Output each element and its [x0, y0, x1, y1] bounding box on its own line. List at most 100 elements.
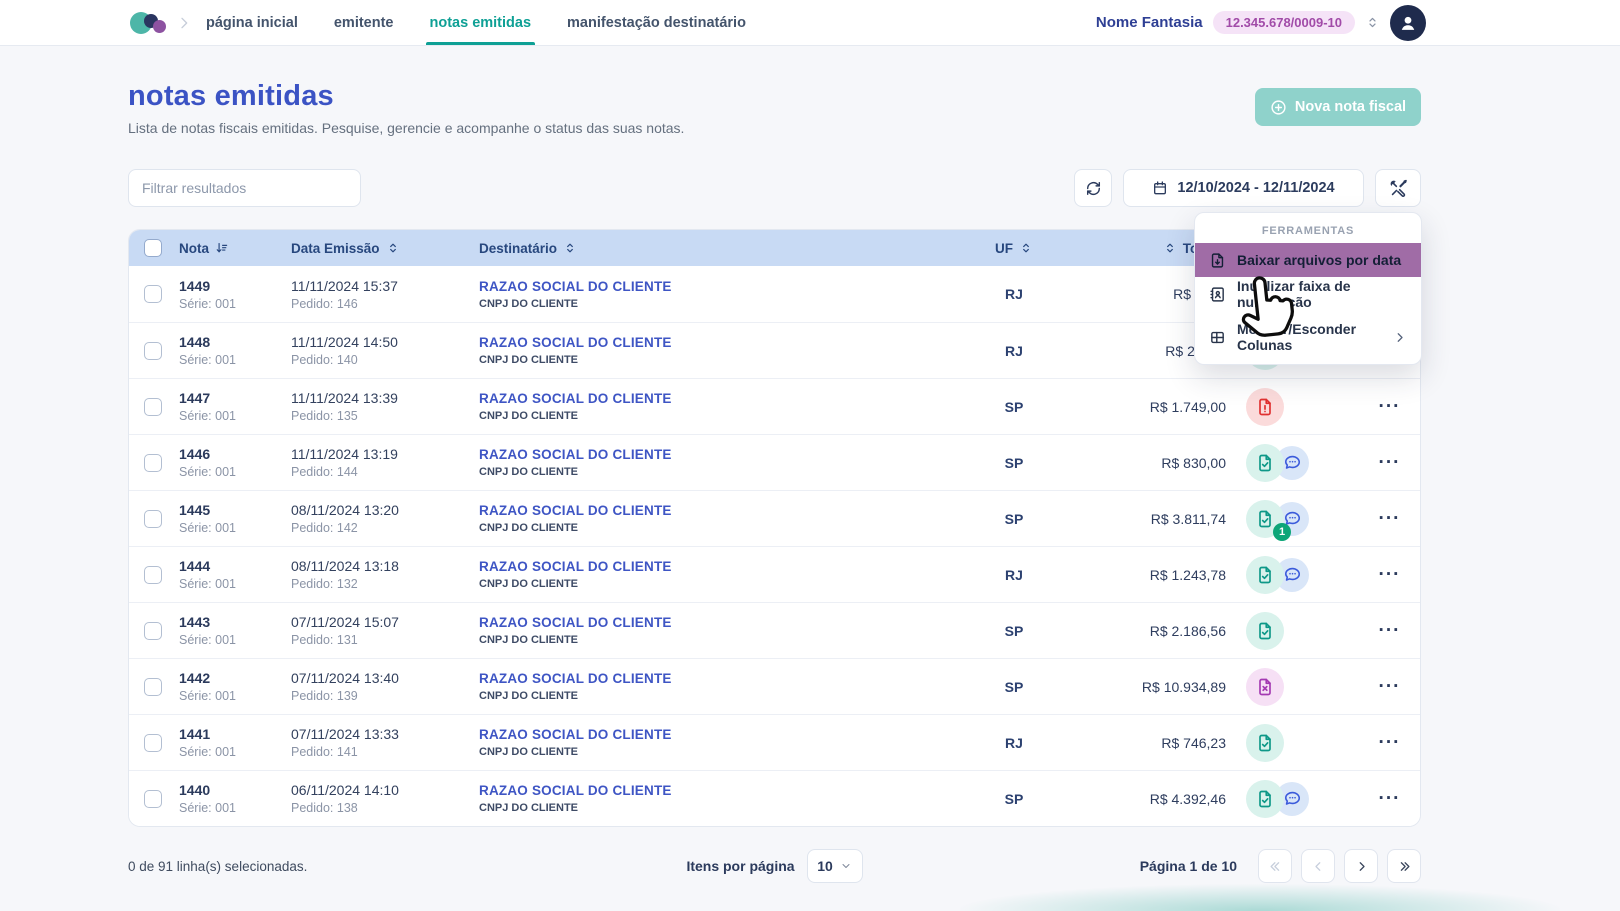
account-switcher-icon[interactable]	[1365, 15, 1380, 30]
destinatario-link[interactable]: RAZAO SOCIAL DO CLIENTE	[479, 335, 959, 350]
doc-cancel-status-icon[interactable]	[1246, 668, 1284, 706]
last-page-button[interactable]	[1387, 849, 1421, 883]
uf-value: SP	[959, 399, 1069, 415]
column-header-data-emissao[interactable]: Data Emissão	[291, 241, 479, 256]
new-note-label: Nova nota fiscal	[1295, 99, 1406, 115]
total-value: R$ 3.811,74	[1069, 511, 1226, 527]
row-actions-button[interactable]: ···	[1379, 682, 1401, 692]
tools-icon	[1389, 179, 1408, 198]
row-checkbox[interactable]	[144, 454, 162, 472]
chat-icon	[1283, 565, 1302, 584]
table-row: 1441 Série: 001 07/11/2024 13:33 Pedido:…	[129, 714, 1420, 770]
nav-item-emitente[interactable]: emitente	[334, 0, 394, 45]
menu-item-inutilizar-faixa-de-numeracao[interactable]: Inutilizar faixa de numeração	[1195, 277, 1421, 311]
destinatario-link[interactable]: RAZAO SOCIAL DO CLIENTE	[479, 783, 959, 798]
cnpj-label: CNPJ DO CLIENTE	[479, 746, 959, 758]
row-checkbox[interactable]	[144, 285, 162, 303]
new-note-button[interactable]: Nova nota fiscal	[1255, 88, 1421, 126]
row-actions-button[interactable]: ···	[1379, 514, 1401, 524]
row-actions-button[interactable]: ···	[1379, 402, 1401, 412]
doc-check-icon	[1255, 733, 1275, 753]
items-per-page-label: Itens por página	[686, 858, 794, 874]
row-checkbox[interactable]	[144, 510, 162, 528]
column-header-nota[interactable]: Nota	[179, 241, 291, 256]
tools-button[interactable]	[1375, 169, 1421, 207]
first-page-button[interactable]	[1258, 849, 1292, 883]
destinatario-link[interactable]: RAZAO SOCIAL DO CLIENTE	[479, 671, 959, 686]
row-actions-button[interactable]: ···	[1379, 626, 1401, 636]
doc-check-icon	[1255, 789, 1275, 809]
row-checkbox[interactable]	[144, 790, 162, 808]
menu-item-baixar-arquivos-por-data[interactable]: Baixar arquivos por data	[1195, 243, 1421, 277]
doc-check-status-icon[interactable]	[1246, 444, 1284, 482]
app-logo-icon[interactable]	[130, 0, 170, 45]
destinatario-link[interactable]: RAZAO SOCIAL DO CLIENTE	[479, 447, 959, 462]
table-row: 1440 Série: 001 06/11/2024 14:10 Pedido:…	[129, 770, 1420, 826]
row-checkbox[interactable]	[144, 678, 162, 696]
emission-date: 11/11/2024 15:37	[291, 278, 479, 294]
nav-item-notas-emitidas[interactable]: notas emitidas	[430, 0, 532, 45]
row-checkbox[interactable]	[144, 566, 162, 584]
column-header-destinatario[interactable]: Destinatário	[479, 241, 959, 256]
nota-serie: Série: 001	[179, 801, 291, 815]
avatar[interactable]	[1390, 5, 1426, 41]
nav-item-pagina-inicial[interactable]: página inicial	[206, 0, 298, 45]
row-actions-button[interactable]: ···	[1379, 738, 1401, 748]
next-page-button[interactable]	[1344, 849, 1378, 883]
destinatario-link[interactable]: RAZAO SOCIAL DO CLIENTE	[479, 279, 959, 294]
total-value: R$ 10.934,89	[1069, 679, 1226, 695]
date-range-button[interactable]: 12/10/2024 - 12/11/2024	[1123, 169, 1364, 207]
destinatario-link[interactable]: RAZAO SOCIAL DO CLIENTE	[479, 503, 959, 518]
row-checkbox[interactable]	[144, 398, 162, 416]
nota-number: 1446	[179, 446, 291, 462]
select-all-checkbox[interactable]	[144, 239, 162, 257]
row-checkbox[interactable]	[144, 622, 162, 640]
cnpj-label: CNPJ DO CLIENTE	[479, 578, 959, 590]
doc-error-status-icon[interactable]	[1246, 388, 1284, 426]
doc-cancel-icon	[1255, 677, 1275, 697]
cnpj-label: CNPJ DO CLIENTE	[479, 690, 959, 702]
items-per-page-select[interactable]: 10	[807, 849, 863, 883]
row-checkbox[interactable]	[144, 734, 162, 752]
uf-value: SP	[959, 623, 1069, 639]
emission-cell: 11/11/2024 13:19 Pedido: 144	[291, 446, 479, 479]
nota-number: 1442	[179, 670, 291, 686]
prev-page-button[interactable]	[1301, 849, 1335, 883]
main-nav: página inicial emitente notas emitidas mani…	[206, 0, 746, 45]
column-header-uf[interactable]: UF	[959, 241, 1069, 256]
sort-chevrons-icon	[1019, 241, 1033, 255]
emission-cell: 11/11/2024 15:37 Pedido: 146	[291, 278, 479, 311]
destinatario-link[interactable]: RAZAO SOCIAL DO CLIENTE	[479, 615, 959, 630]
cnpj-label: CNPJ DO CLIENTE	[479, 802, 959, 814]
doc-check-status-icon[interactable]	[1246, 724, 1284, 762]
doc-check-status-icon[interactable]: 1	[1246, 500, 1284, 538]
uf-value: SP	[959, 791, 1069, 807]
count-badge: 1	[1273, 523, 1291, 541]
row-actions-button[interactable]: ···	[1379, 458, 1401, 468]
file-download-icon	[1209, 252, 1226, 269]
destinatario-link[interactable]: RAZAO SOCIAL DO CLIENTE	[479, 559, 959, 574]
emission-date: 11/11/2024 14:50	[291, 334, 479, 350]
nota-serie: Série: 001	[179, 689, 291, 703]
row-actions-button[interactable]: ···	[1379, 794, 1401, 804]
nav-item-manifestacao-destinatario[interactable]: manifestação destinatário	[567, 0, 746, 45]
status-cell	[1226, 612, 1359, 650]
status-cell	[1226, 388, 1359, 426]
doc-check-status-icon[interactable]	[1246, 780, 1284, 818]
destinatario-link[interactable]: RAZAO SOCIAL DO CLIENTE	[479, 391, 959, 406]
filter-input[interactable]	[128, 169, 361, 207]
row-checkbox[interactable]	[144, 342, 162, 360]
doc-check-status-icon[interactable]	[1246, 612, 1284, 650]
destinatario-link[interactable]: RAZAO SOCIAL DO CLIENTE	[479, 727, 959, 742]
emission-cell: 07/11/2024 13:40 Pedido: 139	[291, 670, 479, 703]
chevrons-left-icon	[1268, 859, 1283, 874]
sort-chevrons-icon	[563, 241, 577, 255]
date-range-value: 12/10/2024 - 12/11/2024	[1177, 180, 1334, 196]
row-actions-button[interactable]: ···	[1379, 570, 1401, 580]
doc-check-status-icon[interactable]	[1246, 556, 1284, 594]
refresh-button[interactable]	[1074, 169, 1112, 207]
menu-item-mostrar-esconder-colunas[interactable]: Mostrar/Esconder Colunas	[1195, 320, 1421, 354]
pedido-number: Pedido: 146	[291, 297, 479, 311]
pedido-number: Pedido: 144	[291, 465, 479, 479]
page-title: notas emitidas	[128, 80, 1421, 113]
